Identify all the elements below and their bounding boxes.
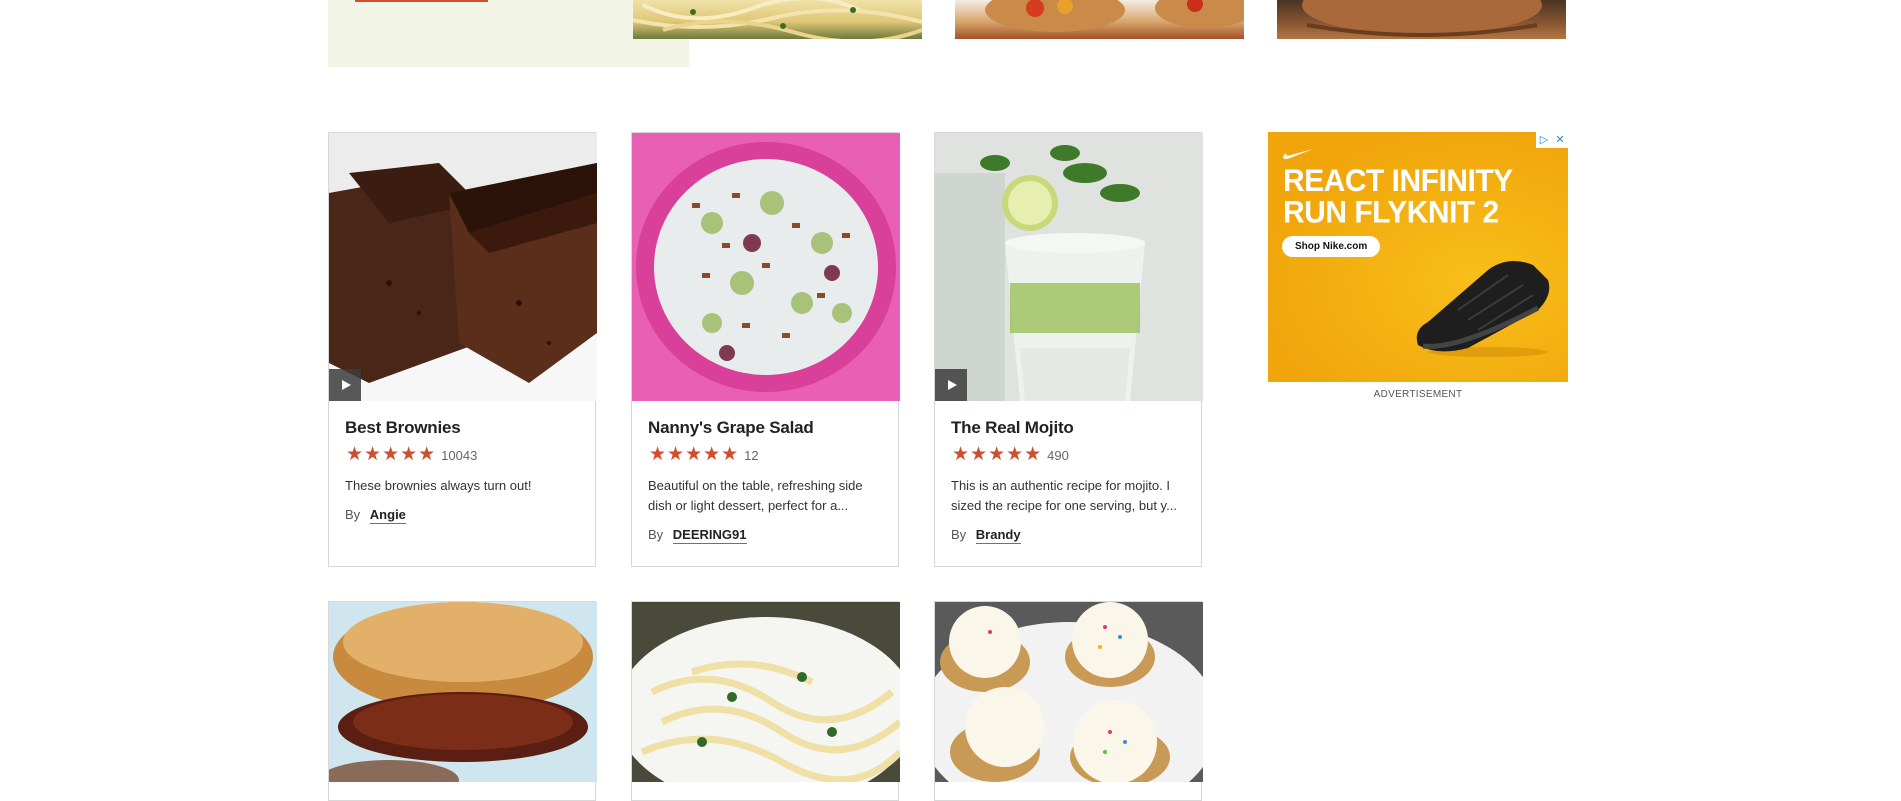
recipe-card[interactable] bbox=[631, 601, 900, 801]
byline-label: By bbox=[345, 507, 361, 522]
recipe-rating: ★★★★★ 10043 bbox=[346, 445, 477, 465]
author-link[interactable]: DEERING91 bbox=[672, 527, 747, 544]
recipe-description: This is an authentic recipe for mojito. … bbox=[951, 478, 1177, 513]
recipe-card[interactable]: Nanny's Grape Salad ★★★★★ 12 Beautiful o… bbox=[631, 132, 900, 567]
ad-shop-button[interactable]: Shop Nike.com bbox=[1282, 236, 1381, 257]
play-video-button[interactable] bbox=[329, 369, 361, 401]
author-link[interactable]: Brandy bbox=[975, 527, 1021, 544]
recipe-image-mojito[interactable] bbox=[935, 133, 1203, 401]
recipe-image-fettuccine[interactable] bbox=[632, 602, 900, 782]
recipe-image-top-tart[interactable] bbox=[955, 0, 1244, 39]
recipe-image-pulled-pork-sandwich[interactable] bbox=[329, 602, 597, 782]
shoe-image bbox=[1416, 261, 1550, 357]
recipe-image-top-pasta[interactable] bbox=[633, 0, 922, 39]
review-count: 12 bbox=[744, 447, 759, 463]
recipe-image-grape-salad[interactable] bbox=[632, 133, 900, 401]
ad-label: ADVERTISEMENT bbox=[1373, 389, 1463, 400]
recipe-rating: ★★★★★ 490 bbox=[952, 445, 1069, 465]
ad-headline-line-1: REACT INFINITY bbox=[1283, 163, 1513, 199]
play-video-button[interactable] bbox=[935, 369, 967, 401]
recipe-card[interactable]: The Real Mojito ★★★★★ 490 This is an aut… bbox=[934, 132, 1203, 567]
close-icon[interactable]: ✕ bbox=[1552, 132, 1568, 148]
recipe-byline: By DEERING91 bbox=[648, 527, 747, 544]
star-icon: ★★★★★ bbox=[952, 444, 1043, 465]
recipe-card[interactable]: Best Brownies ★★★★★ 10043 These brownies… bbox=[328, 132, 597, 567]
ad-choices-bar[interactable]: ▷ ✕ bbox=[1536, 132, 1568, 148]
recipe-description: Beautiful on the table, refreshing side … bbox=[648, 478, 863, 513]
recipe-image-cupcakes[interactable] bbox=[935, 602, 1203, 782]
recipe-image-top-pie[interactable] bbox=[1277, 0, 1566, 39]
byline-label: By bbox=[648, 527, 664, 542]
recipe-card[interactable] bbox=[934, 601, 1203, 801]
recipe-rating: ★★★★★ 12 bbox=[649, 445, 759, 465]
promo-button-edge[interactable] bbox=[355, 0, 488, 2]
scrollbar[interactable] bbox=[1884, 0, 1901, 781]
ad-headline: REACT INFINITY RUN FLYKNIT 2 bbox=[1283, 163, 1513, 231]
recipe-byline: By Brandy bbox=[951, 527, 1021, 544]
recipe-card[interactable] bbox=[328, 601, 597, 801]
nike-swoosh-icon bbox=[1283, 149, 1313, 159]
review-count: 10043 bbox=[441, 447, 478, 463]
star-icon: ★★★★★ bbox=[649, 444, 740, 465]
recipe-title[interactable]: Nanny's Grape Salad bbox=[648, 418, 814, 438]
recipe-title[interactable]: Best Brownies bbox=[345, 418, 461, 438]
recipe-byline: By Angie bbox=[345, 507, 406, 524]
author-link[interactable]: Angie bbox=[369, 507, 406, 524]
ad-choices-icon[interactable]: ▷ bbox=[1536, 132, 1552, 148]
recipe-title[interactable]: The Real Mojito bbox=[951, 418, 1074, 438]
review-count: 490 bbox=[1047, 447, 1069, 463]
recipe-description: These brownies always turn out! bbox=[345, 478, 532, 493]
star-icon: ★★★★★ bbox=[346, 444, 437, 465]
byline-label: By bbox=[951, 527, 967, 542]
ad-headline-line-2: RUN FLYKNIT 2 bbox=[1283, 195, 1499, 231]
recipe-image-brownies[interactable] bbox=[329, 133, 597, 401]
advertisement[interactable]: REACT INFINITY RUN FLYKNIT 2 Shop Nike.c… bbox=[1268, 132, 1568, 382]
